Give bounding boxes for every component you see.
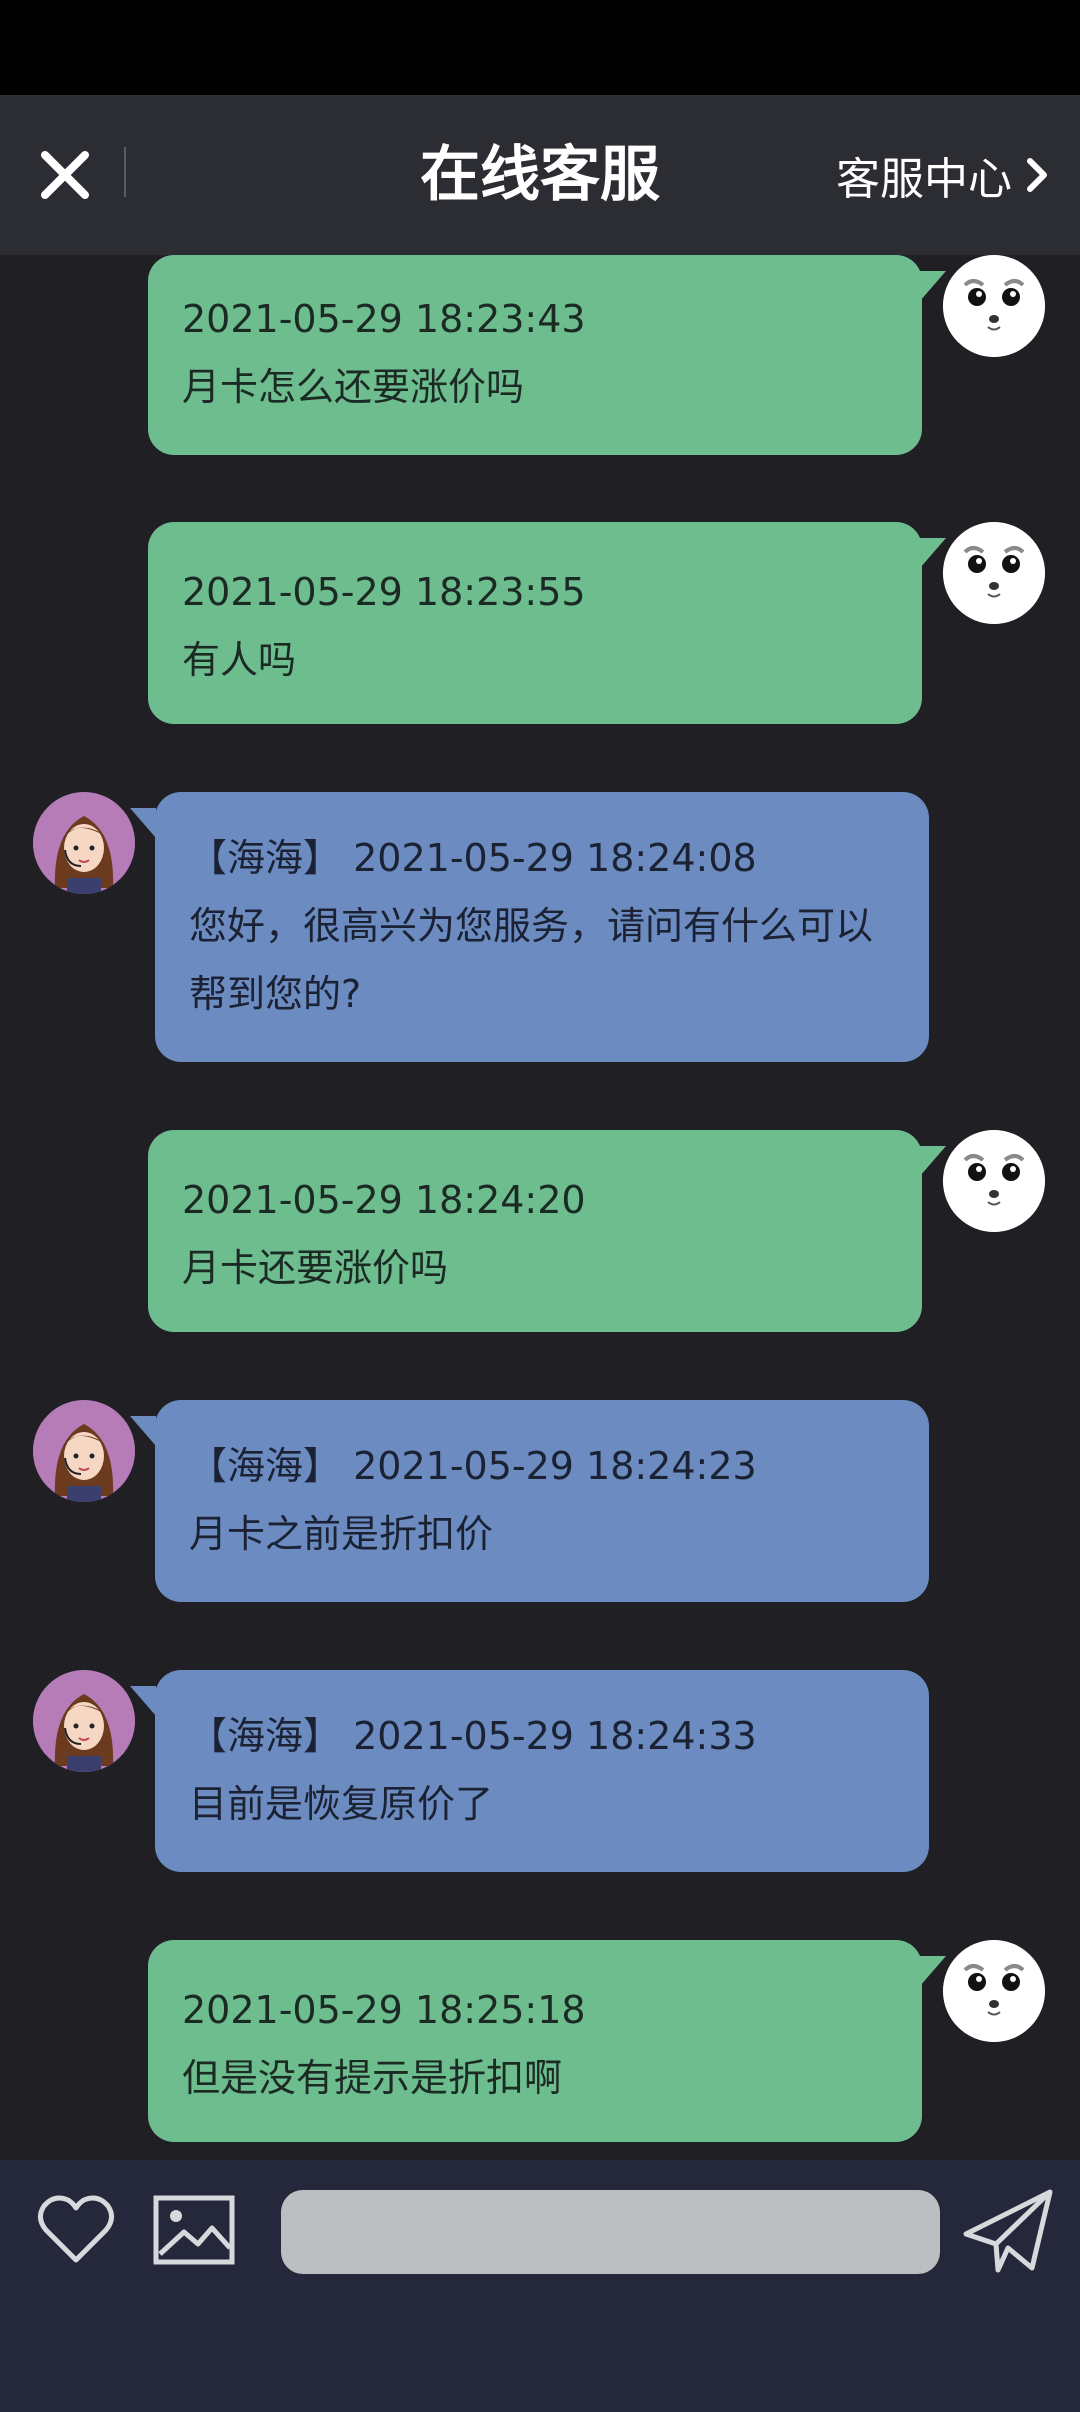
bubble-tail [130,808,156,838]
message-item-user: 2021-05-29 18:25:18 但是没有提示是折扣啊 [0,1940,1080,2142]
agent-name: 【海海】 [189,836,342,880]
message-text: 月卡之前是折扣价 [189,1512,494,1556]
user-avatar-icon [943,1130,1045,1232]
message-text: 月卡还要涨价吗 [182,1246,449,1290]
message-item-agent: 【海海】 2021-05-29 18:24:23 月卡之前是折扣价 [0,1400,1080,1602]
paper-plane-icon [963,2189,1053,2273]
agent-avatar[interactable] [33,1400,135,1502]
message-text: 有人吗 [182,638,297,682]
message-timestamp: 2021-05-29 18:23:43 [182,297,586,341]
message-item-agent: 【海海】 2021-05-29 18:24:33 目前是恢复原价了 [0,1670,1080,1872]
message-timestamp: 2021-05-29 18:24:33 [353,1714,757,1758]
message-item-agent: 【海海】 2021-05-29 18:24:08 您好，很高兴为您服务，请问有什… [0,792,1080,1062]
composer-bar [0,2160,1080,2412]
message-bubble: 2021-05-29 18:25:18 但是没有提示是折扣啊 [148,1940,922,2142]
message-text: 月卡怎么还要涨价吗 [182,365,525,409]
message-item-user: 2021-05-29 18:24:20 月卡还要涨价吗 [0,1130,1080,1332]
bubble-tail [920,271,946,301]
user-avatar-icon [943,1940,1045,2042]
agent-avatar-icon [33,1400,135,1502]
message-header: 【海海】 2021-05-29 18:24:08 [189,824,895,892]
message-item-user: 2021-05-29 18:23:55 有人吗 [0,522,1080,724]
user-avatar-icon [943,522,1045,624]
message-input[interactable] [281,2190,940,2274]
service-center-label: 客服中心 [836,154,1012,205]
agent-avatar[interactable] [33,1670,135,1772]
user-avatar[interactable] [943,1940,1045,2042]
agent-name: 【海海】 [189,1444,342,1488]
bubble-tail [130,1686,156,1716]
bubble-tail [130,1416,156,1446]
message-header: 【海海】 2021-05-29 18:24:23 [189,1432,895,1500]
message-text: 目前是恢复原价了 [189,1782,494,1826]
chevron-right-icon [1027,158,1047,192]
agent-avatar-icon [33,792,135,894]
message-bubble: 2021-05-29 18:24:20 月卡还要涨价吗 [148,1130,922,1332]
user-avatar[interactable] [943,1130,1045,1232]
message-header: 【海海】 2021-05-29 18:24:33 [189,1702,895,1770]
service-center-link[interactable]: 客服中心 [836,145,1050,205]
message-bubble: 【海海】 2021-05-29 18:24:08 您好，很高兴为您服务，请问有什… [155,792,929,1062]
agent-name: 【海海】 [189,1714,342,1758]
message-bubble: 【海海】 2021-05-29 18:24:33 目前是恢复原价了 [155,1670,929,1872]
header: 在线客服 客服中心 [0,95,1080,255]
send-button[interactable] [962,2188,1054,2274]
message-timestamp: 2021-05-29 18:24:20 [182,1178,586,1222]
message-bubble: 【海海】 2021-05-29 18:24:23 月卡之前是折扣价 [155,1400,929,1602]
user-avatar[interactable] [943,522,1045,624]
message-text: 但是没有提示是折扣啊 [182,2056,563,2100]
bubble-tail [920,1146,946,1176]
favorite-button[interactable] [36,2192,116,2268]
message-timestamp: 2021-05-29 18:23:55 [182,570,586,614]
user-avatar-icon [943,255,1045,357]
bubble-tail [920,1956,946,1986]
header-divider [124,147,126,197]
user-avatar[interactable] [943,255,1045,357]
close-icon [41,151,89,199]
image-button[interactable] [152,2192,236,2268]
message-timestamp: 2021-05-29 18:25:18 [182,1988,586,2032]
message-bubble: 2021-05-29 18:23:43 月卡怎么还要涨价吗 [148,255,922,455]
message-text: 您好，很高兴为您服务，请问有什么可以帮到您的? [189,904,874,1016]
message-list[interactable]: 2021-05-29 18:23:43 月卡怎么还要涨价吗 2021-05-29… [0,255,1080,2160]
status-bar [0,0,1080,95]
message-item-user: 2021-05-29 18:23:43 月卡怎么还要涨价吗 [0,255,1080,455]
agent-avatar[interactable] [33,792,135,894]
message-timestamp: 2021-05-29 18:24:23 [353,1444,757,1488]
message-bubble: 2021-05-29 18:23:55 有人吗 [148,522,922,724]
close-button[interactable] [30,140,100,210]
agent-avatar-icon [33,1670,135,1772]
image-icon [153,2195,235,2265]
bubble-tail [920,538,946,568]
message-timestamp: 2021-05-29 18:24:08 [353,836,757,880]
heart-icon [38,2195,114,2263]
